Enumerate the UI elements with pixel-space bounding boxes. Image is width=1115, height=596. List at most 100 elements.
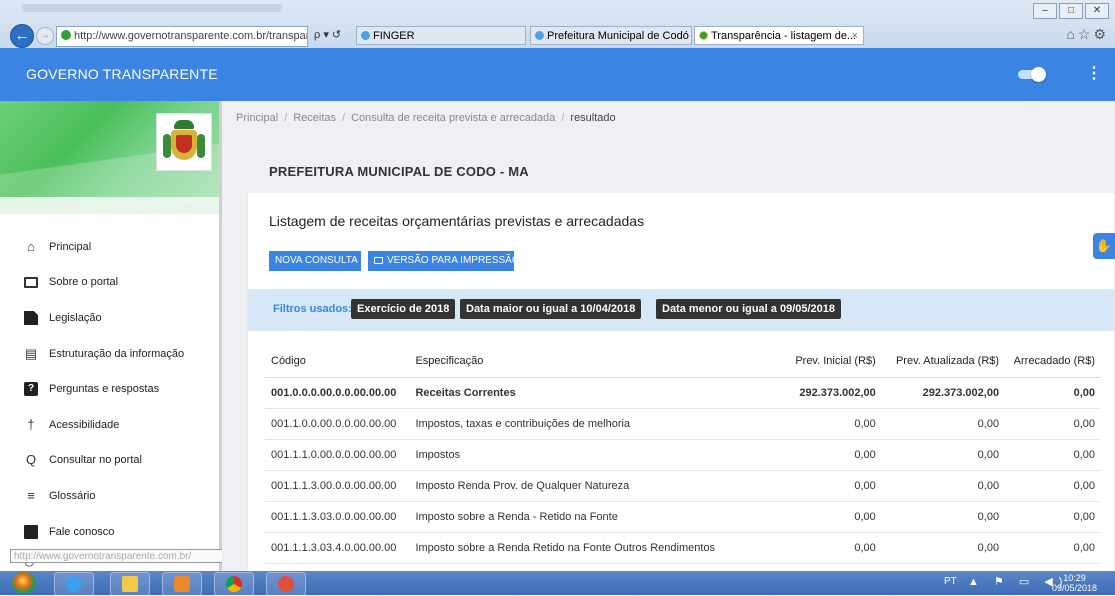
cell-especificacao: Impostos — [409, 439, 766, 471]
chrome-icon — [226, 576, 242, 592]
column-header-prev-atualizada[interactable]: Prev. Atualizada (R$) — [881, 345, 1006, 378]
cell-prev-atualizada: 292.373.002,00 — [881, 377, 1006, 409]
start-button[interactable] — [12, 572, 36, 594]
tab-prefeitura[interactable]: Prefeitura Municipal de Codó ... — [530, 26, 692, 45]
home-icon: ⌂ — [27, 238, 35, 254]
taskbar-explorer[interactable] — [110, 572, 150, 596]
sidebar-item-fale-conosco[interactable]: Fale conosco — [0, 514, 218, 550]
tab-finger[interactable]: FINGER — [356, 26, 526, 45]
logo-crown — [174, 120, 194, 129]
print-version-button[interactable]: VERSÃO PARA IMPRESSÃO — [368, 251, 520, 271]
maximize-icon[interactable]: □ — [1059, 3, 1083, 19]
sidebar-item-perguntas[interactable]: ? Perguntas e respostas — [0, 371, 218, 407]
list-box-icon: ▤ — [24, 345, 38, 361]
cell-arrecadado: 0,00 — [1005, 377, 1101, 409]
sidebar-item-consultar[interactable]: Q Consultar no portal — [0, 443, 218, 479]
table-row[interactable]: 001.1.0.0.00.0.0.00.00.00 Impostos, taxa… — [265, 408, 1101, 440]
table-row[interactable]: 001.1.1.3.03.4.0.00.00.00 Imposto sobre … — [265, 532, 1101, 564]
media-player-icon — [174, 576, 190, 592]
breadcrumb-link[interactable]: Principal — [236, 112, 278, 124]
sidebar-item-estruturacao[interactable]: ▤ Estruturação da informação — [0, 336, 218, 372]
address-tools[interactable]: ρ ▾ ↺ — [314, 26, 341, 45]
back-button[interactable]: ← — [10, 24, 34, 48]
ie-icon — [535, 31, 544, 40]
list-icon: ≡ — [27, 487, 35, 503]
taskbar-paint[interactable] — [266, 572, 306, 596]
logo-shield-inner — [176, 135, 192, 153]
table-row[interactable]: 001.0.0.0.00.0.0.00.00.00 Receitas Corre… — [265, 377, 1101, 409]
taskbar-ie[interactable] — [54, 572, 94, 596]
column-header-especificacao[interactable]: Especificação — [409, 345, 766, 378]
cell-codigo: 001.1.1.3.03.0.0.00.00.00 — [265, 501, 410, 533]
folder-icon — [122, 576, 138, 592]
tray-language[interactable]: PT — [944, 576, 957, 587]
brand-title[interactable]: GOVERNO TRANSPARENTE — [26, 66, 218, 82]
breadcrumb-separator: / — [284, 112, 288, 124]
forward-button[interactable]: → — [36, 27, 54, 45]
column-header-arrecadado[interactable]: Arrecadado (R$) — [1005, 345, 1101, 378]
sidebar-item-label: Fale conosco — [49, 525, 115, 538]
cell-prev-atualizada: 0,00 — [881, 408, 1006, 440]
breadcrumb-link[interactable]: Consulta de receita prevista e arrecadad… — [351, 112, 555, 124]
table-row[interactable]: 001.1.1.0.00.0.0.00.00.00 Impostos 0,00 … — [265, 439, 1101, 471]
document-icon — [24, 310, 38, 325]
sidebar-banner — [0, 101, 222, 214]
cell-arrecadado: 0,00 — [1005, 532, 1101, 564]
filter-chip: Exercício de 2018 — [351, 299, 456, 319]
cell-codigo: 001.1.1.3.03.4.0.00.00.00 — [265, 532, 410, 564]
cell-especificacao: Imposto sobre a Renda - Retido na Fonte — [409, 501, 766, 533]
search-icon: Q — [25, 452, 37, 468]
cell-prev-inicial: 0,00 — [765, 532, 882, 564]
tray-clock[interactable]: 10:29 09/05/2018 — [1052, 573, 1097, 593]
tab-label: Transparência - listagem de... — [711, 30, 857, 42]
table-row[interactable]: 001.1.1.3.03.0.0.00.00.00 Imposto sobre … — [265, 501, 1101, 533]
chat-icon — [24, 524, 38, 539]
cell-prev-atualizada: 0,00 — [881, 439, 1006, 471]
taskbar-media-player[interactable] — [162, 572, 202, 596]
banner-shade — [0, 197, 222, 214]
sidebar-item-label: Sobre o portal — [49, 276, 119, 289]
address-bar[interactable]: http://www.governotransparente.com.br/tr… — [56, 26, 308, 47]
filters-label: Filtros usados: — [273, 303, 352, 315]
sidebar-item-label: Principal — [49, 240, 92, 253]
minimize-icon[interactable]: – — [1033, 3, 1057, 19]
logo-leaf — [197, 134, 205, 158]
accessibility-widget-icon[interactable]: ✋ — [1093, 233, 1115, 259]
table-row[interactable]: 001.1.1.3.00.0.0.00.00.00 Imposto Renda … — [265, 470, 1101, 502]
window-controls: – □ ✕ — [1033, 3, 1109, 19]
sidebar-item-acessibilidade[interactable]: † Acessibilidade — [0, 407, 218, 443]
sidebar-item-principal[interactable]: ⌂ Principal — [0, 229, 218, 265]
tab-label: FINGER — [373, 30, 415, 42]
table-header-row: Código Especificação Prev. Inicial (R$) … — [265, 345, 1101, 378]
clock-time: 10:29 — [1063, 573, 1086, 583]
new-query-button[interactable]: NOVA CONSULTA — [269, 251, 361, 271]
cell-codigo: 001.1.1.3.00.0.0.00.00.00 — [265, 470, 410, 502]
tab-transparencia[interactable]: Transparência - listagem de... × — [694, 26, 864, 45]
sidebar-item-legislacao[interactable]: Legislação — [0, 300, 218, 336]
column-header-prev-inicial[interactable]: Prev. Inicial (R$) — [765, 345, 882, 378]
status-url-tooltip: http://www.governotransparente.com.br/ — [10, 549, 236, 563]
accessibility-icon: † — [27, 416, 35, 432]
cell-arrecadado: 0,00 — [1005, 470, 1101, 502]
more-menu-icon[interactable]: ⋮ — [1086, 63, 1102, 83]
filter-chip: Data maior ou igual a 10/04/2018 — [460, 299, 642, 319]
cell-especificacao: Impostos, taxas e contribuições de melho… — [409, 408, 766, 440]
taskbar-chrome[interactable] — [214, 572, 254, 596]
sidebar-item-label: Acessibilidade — [49, 418, 120, 431]
cell-prev-inicial: 0,00 — [765, 439, 882, 471]
cell-codigo: 001.0.0.0.00.0.0.00.00.00 — [265, 377, 410, 409]
breadcrumb-current: resultado — [570, 112, 616, 124]
close-icon[interactable]: ✕ — [1085, 3, 1109, 19]
sidebar-item-sobre[interactable]: Sobre o portal — [0, 265, 218, 301]
theme-toggle[interactable] — [1018, 67, 1048, 82]
sidebar-item-glossario[interactable]: ≡ Glossário — [0, 478, 218, 514]
browser-toolbar-icons[interactable]: ⌂☆⚙ — [1066, 26, 1109, 43]
filter-chip: Data menor ou igual a 09/05/2018 — [656, 299, 842, 319]
breadcrumb-link[interactable]: Receitas — [293, 112, 336, 124]
printer-icon — [374, 257, 383, 264]
card-title: Listagem de receitas orçamentárias previ… — [269, 213, 645, 229]
cell-especificacao: Imposto sobre a Renda Retido na Fonte Ou… — [409, 532, 766, 564]
tab-label: Prefeitura Municipal de Codó ... — [547, 30, 692, 42]
column-header-codigo[interactable]: Código — [265, 345, 410, 378]
tab-close-icon[interactable]: × — [852, 27, 858, 44]
